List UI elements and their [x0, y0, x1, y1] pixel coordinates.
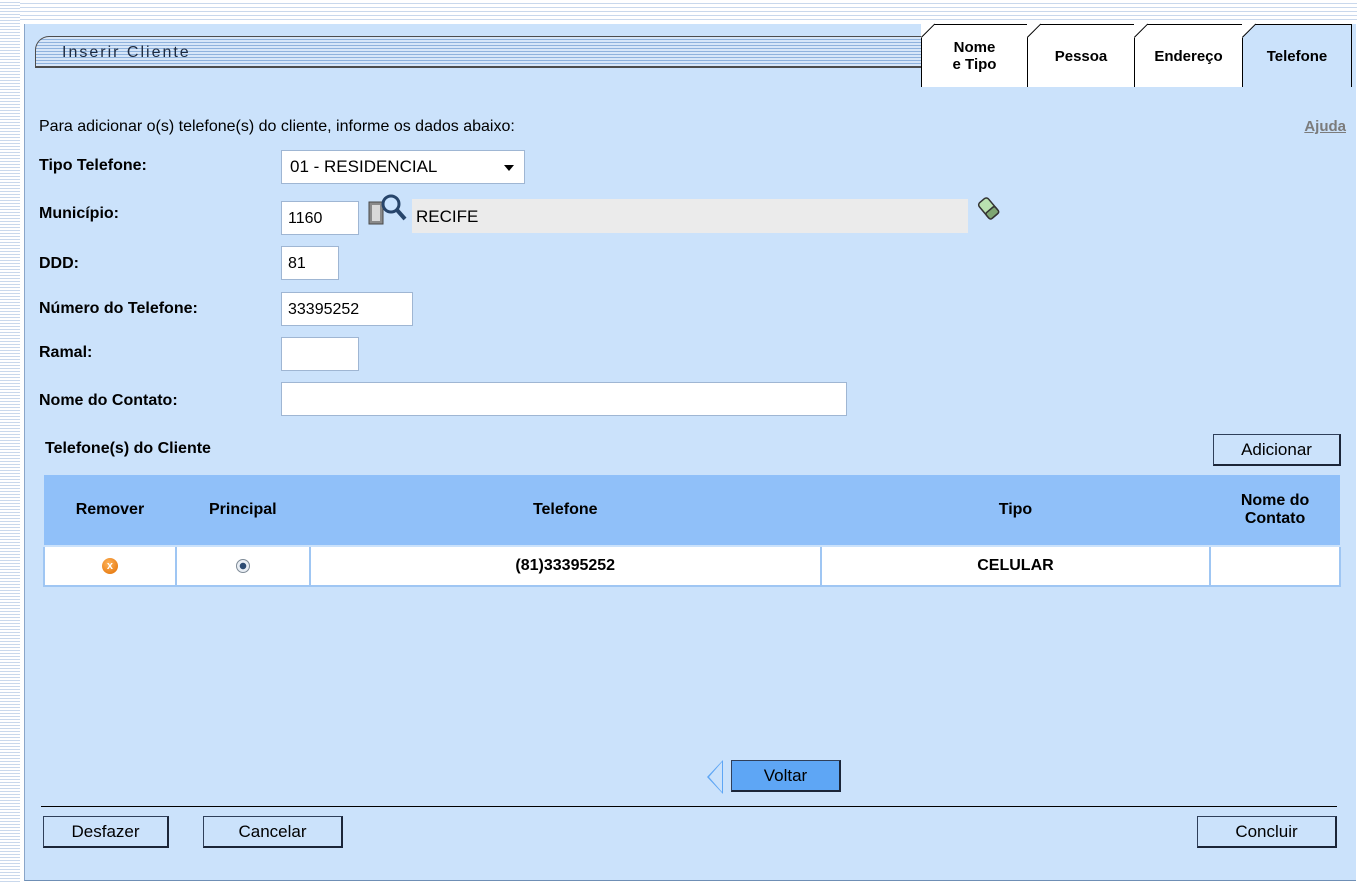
remove-icon[interactable]: x [101, 557, 118, 574]
footer-divider [41, 806, 1337, 807]
eraser-icon[interactable] [975, 192, 1005, 222]
tab-pessoa[interactable]: Pessoa [1027, 24, 1135, 87]
tipo-telefone-value: 01 - RESIDENCIAL [290, 157, 438, 176]
help-link[interactable]: Ajuda [1304, 118, 1346, 135]
tab-nome-e-tipo-label: Nome e Tipo [953, 39, 997, 73]
column-header-remover: Remover [44, 475, 176, 547]
title-bar: Inserir Cliente [35, 36, 925, 68]
voltar-button[interactable]: Voltar [731, 760, 841, 792]
numero-telefone-input[interactable]: 33395252 [281, 292, 413, 326]
back-arrow-icon[interactable] [707, 760, 723, 794]
phones-table: Remover Principal Telefone Tipo Nome do … [43, 475, 1341, 587]
desfazer-button[interactable]: Desfazer [43, 816, 169, 848]
principal-cell [174, 545, 311, 587]
remove-cell: x [43, 545, 177, 587]
column-header-principal: Principal [175, 475, 310, 547]
concluir-button[interactable]: Concluir [1197, 816, 1337, 848]
principal-radio[interactable] [235, 558, 250, 573]
tipo-cell: CELULAR [819, 545, 1212, 587]
main-panel: Inserir Cliente Nome e Tipo Pessoa Ender… [24, 24, 1356, 881]
tab-notch [1134, 24, 1148, 38]
tab-endereco[interactable]: Endereço [1134, 24, 1243, 87]
municipio-name-field: RECIFE [412, 199, 968, 233]
chevron-down-icon [504, 165, 514, 171]
table-row: x (81)33395252 CELULAR [43, 545, 1341, 587]
municipio-label: Município: [39, 205, 119, 222]
cancelar-button[interactable]: Cancelar [203, 816, 343, 848]
tab-endereco-label: Endereço [1154, 47, 1223, 65]
column-header-telefone: Telefone [309, 475, 821, 547]
tab-label-line2: e Tipo [952, 56, 997, 73]
ramal-input[interactable] [281, 337, 359, 371]
municipio-code-input[interactable]: 1160 [281, 201, 359, 235]
tab-notch [1242, 24, 1256, 38]
tab-notch [921, 24, 935, 38]
column-header-nome-contato: Nome do Contato [1210, 475, 1340, 547]
column-header-tipo: Tipo [820, 475, 1211, 547]
tab-label-line1: Nome [953, 39, 996, 56]
tab-notch [1027, 24, 1041, 38]
contato-cell [1209, 545, 1341, 587]
tab-telefone[interactable]: Telefone [1242, 24, 1352, 87]
ddd-input[interactable]: 81 [281, 246, 339, 280]
tipo-telefone-label: Tipo Telefone: [39, 157, 147, 174]
ddd-label: DDD: [39, 255, 79, 272]
phones-section-title: Telefone(s) do Cliente [45, 440, 211, 457]
numero-telefone-label: Número do Telefone: [39, 300, 198, 317]
tab-nome-e-tipo[interactable]: Nome e Tipo [921, 24, 1028, 87]
tipo-telefone-select[interactable]: 01 - RESIDENCIAL [281, 150, 525, 184]
add-phone-button[interactable]: Adicionar [1213, 434, 1341, 466]
ramal-label: Ramal: [39, 344, 93, 361]
tab-pessoa-label: Pessoa [1054, 47, 1108, 65]
tab-telefone-label: Telefone [1266, 47, 1328, 65]
nome-contato-label: Nome do Contato: [39, 392, 178, 409]
table-header-row: Remover Principal Telefone Tipo Nome do … [44, 475, 1340, 547]
search-icon[interactable] [367, 192, 409, 228]
intro-text: Para adicionar o(s) telefone(s) do clien… [39, 118, 515, 135]
page-title: Inserir Cliente [62, 44, 191, 61]
left-stripe-decoration [0, 0, 20, 884]
telefone-cell: (81)33395252 [308, 545, 822, 587]
top-stripe-decoration [0, 0, 1357, 20]
nome-contato-input[interactable] [281, 382, 847, 416]
